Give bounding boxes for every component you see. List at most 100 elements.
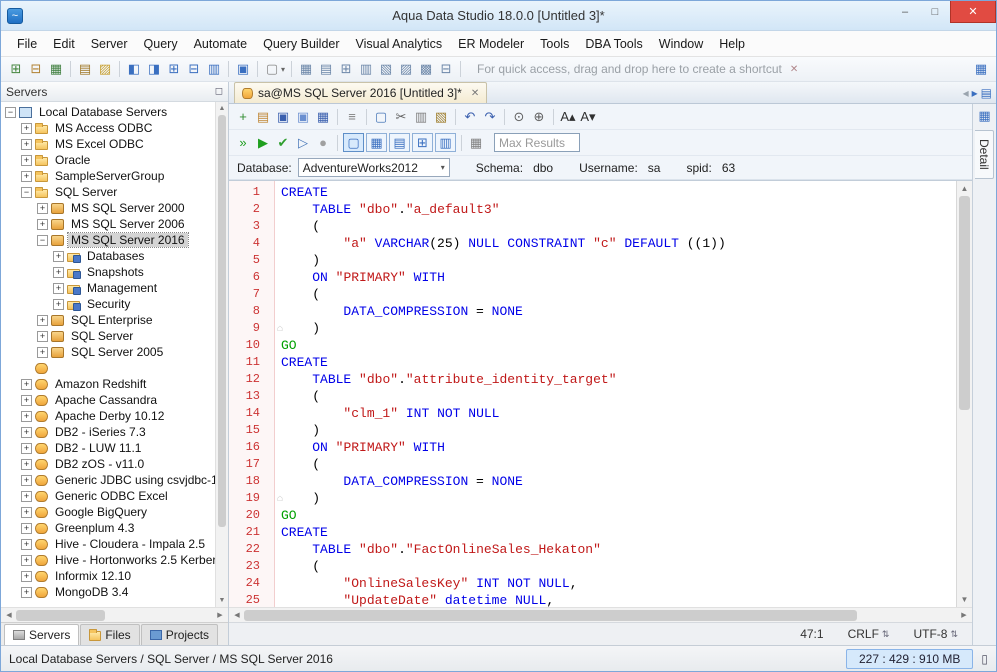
scroll-right-icon[interactable]: ▶ bbox=[957, 609, 971, 622]
new-document-dropdown-icon[interactable]: ▾ bbox=[281, 65, 285, 74]
paste-icon[interactable]: ▧ bbox=[431, 107, 451, 127]
scroll-track[interactable] bbox=[216, 115, 228, 594]
code-line[interactable]: TABLE "dbo"."a_default3" bbox=[281, 201, 956, 218]
tree-horizontal-scrollbar[interactable]: ◀ ▶ bbox=[1, 607, 228, 622]
tab-query-window[interactable]: sa@MS SQL Server 2016 [Untitled 3]* ✕ bbox=[234, 82, 487, 103]
code-line[interactable]: ( bbox=[281, 388, 956, 405]
expand-icon[interactable]: + bbox=[21, 379, 32, 390]
expand-icon[interactable]: + bbox=[21, 155, 32, 166]
editor-horizontal-scrollbar[interactable]: ◀ ▶ bbox=[229, 607, 972, 622]
menu-query[interactable]: Query bbox=[136, 33, 186, 55]
result-window-mode-icon[interactable]: ▢ bbox=[343, 133, 364, 152]
execute-all-icon[interactable]: » bbox=[233, 133, 253, 153]
tree-vertical-scrollbar[interactable]: ▲ ▼ bbox=[215, 102, 228, 607]
scroll-down-icon[interactable]: ▼ bbox=[216, 594, 228, 607]
tree-item-db2-iseries-7-3[interactable]: +DB2 - iSeries 7.3 bbox=[1, 424, 215, 440]
menu-er-modeler[interactable]: ER Modeler bbox=[450, 33, 532, 55]
code-line[interactable]: DATA_COMPRESSION = NONE bbox=[281, 473, 956, 490]
expand-icon[interactable]: + bbox=[53, 299, 64, 310]
scroll-thumb[interactable] bbox=[16, 610, 105, 621]
tree-item-sampleservergroup[interactable]: +SampleServerGroup bbox=[1, 168, 215, 184]
line-ending-selector[interactable]: CRLF ⇅ bbox=[848, 627, 890, 641]
execute-statement-icon[interactable]: ▶ bbox=[253, 133, 273, 153]
encoding-selector[interactable]: UTF-8 ⇅ bbox=[913, 627, 958, 641]
new-document-icon[interactable]: ▢ bbox=[262, 59, 282, 79]
query-builder-tool-icon[interactable]: ◨ bbox=[144, 59, 164, 79]
expand-icon[interactable]: + bbox=[21, 139, 32, 150]
menu-tools[interactable]: Tools bbox=[532, 33, 577, 55]
result-file-mode-icon[interactable]: ▥ bbox=[435, 133, 456, 152]
expand-icon[interactable]: + bbox=[21, 491, 32, 502]
menu-automate[interactable]: Automate bbox=[186, 33, 256, 55]
database-select[interactable]: AdventureWorks2012 ▾ bbox=[298, 158, 450, 177]
code-line[interactable]: ( bbox=[281, 286, 956, 303]
code-line[interactable]: DATA_COMPRESSION = NONE bbox=[281, 303, 956, 320]
register-server-icon[interactable]: ⊞ bbox=[6, 59, 26, 79]
menu-visual-analytics[interactable]: Visual Analytics bbox=[348, 33, 451, 55]
tree-item-ms-access-odbc[interactable]: +MS Access ODBC bbox=[1, 120, 215, 136]
code-line[interactable]: CREATE bbox=[281, 524, 956, 541]
window-grid-icon[interactable]: ▥ bbox=[204, 59, 224, 79]
tab-detail[interactable]: Detail bbox=[975, 130, 994, 179]
next-tab-icon[interactable]: ▸ bbox=[972, 86, 978, 100]
menu-file[interactable]: File bbox=[9, 33, 45, 55]
code-line[interactable]: ( bbox=[281, 558, 956, 575]
editor-vertical-scrollbar[interactable]: ▲ ▼ bbox=[956, 181, 972, 607]
close-button[interactable]: ✕ bbox=[950, 1, 996, 23]
results-text-icon[interactable]: ▤ bbox=[316, 59, 336, 79]
scroll-track[interactable] bbox=[957, 196, 972, 592]
copy-icon[interactable]: ▥ bbox=[411, 107, 431, 127]
find-icon[interactable]: ⊙ bbox=[509, 107, 529, 127]
select-block-icon[interactable]: ▢ bbox=[371, 107, 391, 127]
scroll-left-icon[interactable]: ◀ bbox=[230, 609, 244, 622]
expand-icon[interactable]: + bbox=[21, 539, 32, 550]
expand-icon[interactable]: + bbox=[21, 395, 32, 406]
tree-item-sql-server[interactable]: −SQL Server bbox=[1, 184, 215, 200]
tree-item-hive-hortonworks-2-5-kerberos[interactable]: +Hive - Hortonworks 2.5 Kerberos bbox=[1, 552, 215, 568]
execute-edit-icon[interactable]: ▷ bbox=[293, 133, 313, 153]
max-rows-grid-icon[interactable]: ▦ bbox=[466, 133, 486, 153]
result-text-mode-icon[interactable]: ▤ bbox=[389, 133, 410, 152]
scroll-up-icon[interactable]: ▲ bbox=[216, 102, 228, 115]
code-line[interactable]: TABLE "dbo"."attribute_identity_target" bbox=[281, 371, 956, 388]
expand-icon[interactable]: + bbox=[53, 267, 64, 278]
scroll-thumb[interactable] bbox=[959, 196, 970, 410]
window-cascade-icon[interactable]: ⊟ bbox=[184, 59, 204, 79]
save-as-icon[interactable]: ▣ bbox=[293, 107, 313, 127]
tree-item-amazon-redshift[interactable]: +Amazon Redshift bbox=[1, 376, 215, 392]
result-grid-mode-icon[interactable]: ▦ bbox=[366, 133, 387, 152]
scroll-down-icon[interactable]: ▼ bbox=[957, 592, 972, 607]
scroll-thumb[interactable] bbox=[244, 610, 857, 621]
tree-item-google-bigquery[interactable]: +Google BigQuery bbox=[1, 504, 215, 520]
expand-icon[interactable]: + bbox=[37, 219, 48, 230]
tree-item-databases[interactable]: +Databases bbox=[1, 248, 215, 264]
expand-icon[interactable]: + bbox=[21, 587, 32, 598]
prev-tab-icon[interactable]: ◂ bbox=[963, 86, 969, 100]
detail-grid-icon[interactable]: ▦ bbox=[975, 106, 995, 126]
code-line[interactable]: GO bbox=[281, 507, 956, 524]
menu-window[interactable]: Window bbox=[651, 33, 711, 55]
code-line[interactable]: CREATE bbox=[281, 184, 956, 201]
results-chart-icon[interactable]: ▧ bbox=[376, 59, 396, 79]
tab-list-icon[interactable]: ▤ bbox=[981, 86, 992, 100]
expand-icon[interactable]: + bbox=[21, 507, 32, 518]
expand-icon[interactable]: + bbox=[37, 203, 48, 214]
results-compare-icon[interactable]: ▩ bbox=[416, 59, 436, 79]
sidebar-tab-projects[interactable]: Projects bbox=[141, 624, 218, 645]
tree-item-ms-sql-server-2006[interactable]: +MS SQL Server 2006 bbox=[1, 216, 215, 232]
collapse-icon[interactable]: − bbox=[5, 107, 16, 118]
menu-edit[interactable]: Edit bbox=[45, 33, 83, 55]
code-line[interactable]: "OnlineSalesKey" INT NOT NULL, bbox=[281, 575, 956, 592]
menu-help[interactable]: Help bbox=[711, 33, 753, 55]
expand-icon[interactable]: + bbox=[21, 123, 32, 134]
record-macro-icon[interactable]: ● bbox=[313, 133, 333, 153]
save-all-icon[interactable]: ▦ bbox=[313, 107, 333, 127]
print-icon[interactable]: ≡ bbox=[342, 107, 362, 127]
tree-item-security[interactable]: +Security bbox=[1, 296, 215, 312]
collapse-icon[interactable]: − bbox=[37, 235, 48, 246]
code-line[interactable]: "a" VARCHAR(25) NULL CONSTRAINT "c" DEFA… bbox=[281, 235, 956, 252]
collapse-icon[interactable]: − bbox=[21, 187, 32, 198]
redo-icon[interactable]: ↷ bbox=[480, 107, 500, 127]
tree-item-ms-sql-server-2000[interactable]: +MS SQL Server 2000 bbox=[1, 200, 215, 216]
server-properties-icon[interactable]: ⊟ bbox=[26, 59, 46, 79]
